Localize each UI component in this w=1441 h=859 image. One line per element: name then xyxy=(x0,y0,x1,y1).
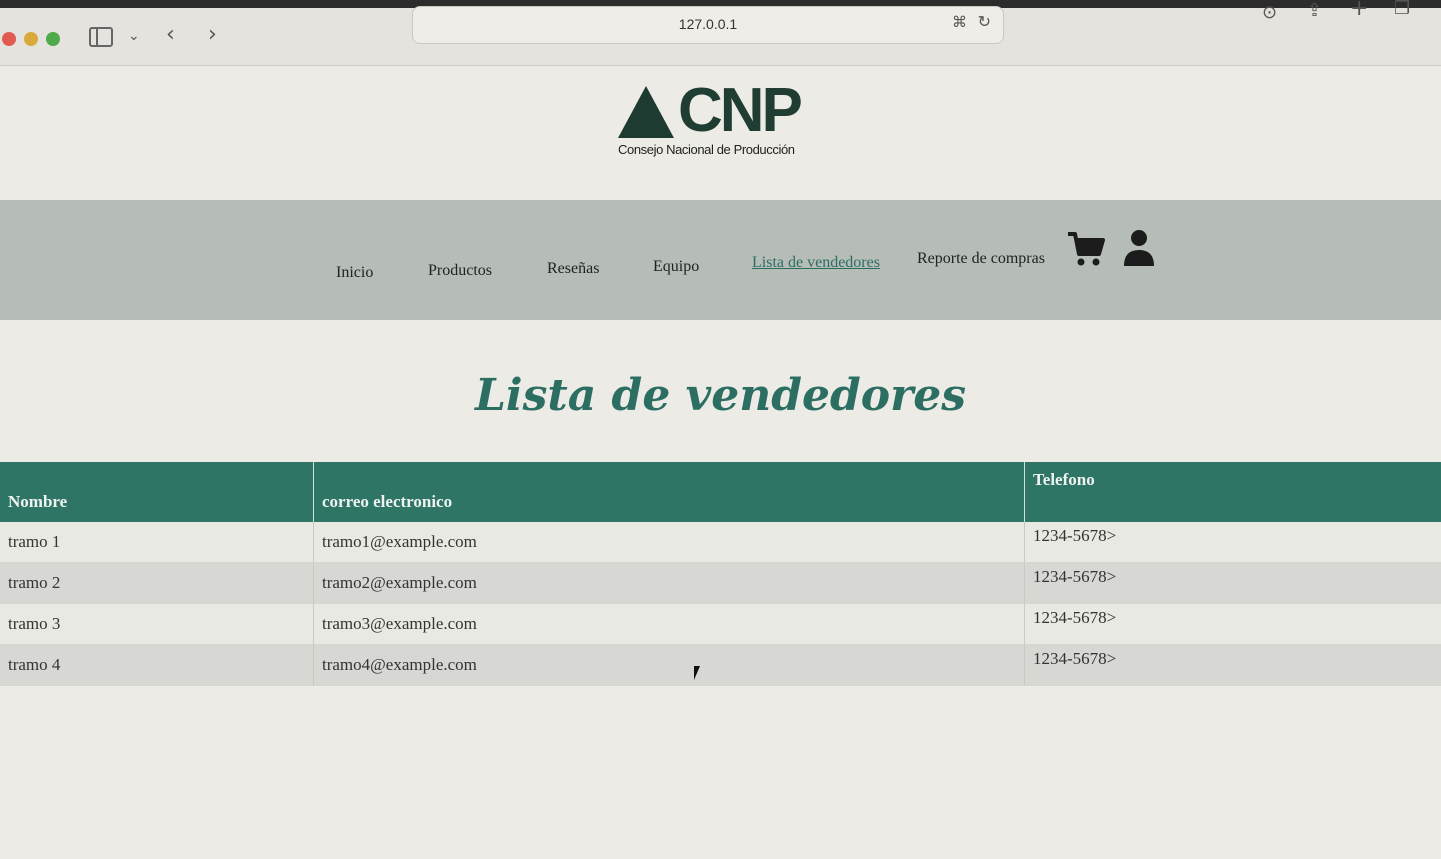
cell-telefono: 1234-5678> xyxy=(1033,649,1117,668)
table-body: tramo 1 tramo1@example.com 1234-5678> tr… xyxy=(0,522,1441,686)
forward-icon[interactable]: › xyxy=(208,22,217,47)
cell-telefono: 1234-5678> xyxy=(1033,526,1117,545)
nav-item-inicio[interactable]: Inicio xyxy=(336,264,373,282)
window-controls xyxy=(2,32,60,46)
table-row: tramo 3 tramo3@example.com 1234-5678> xyxy=(0,604,1441,645)
main-nav: Inicio Productos Reseñas Equipo Lista de… xyxy=(0,240,1441,290)
page-title: Lista de vendedores xyxy=(474,370,967,421)
nav-item-resenas[interactable]: Reseñas xyxy=(547,260,599,278)
cell-nombre: tramo 3 xyxy=(0,604,314,644)
cell-correo: tramo1@example.com xyxy=(314,522,1025,562)
translate-icon[interactable]: ⌘ xyxy=(952,13,967,31)
logo-triangle-icon xyxy=(618,86,674,138)
logo-text: CNP xyxy=(678,76,803,145)
mouse-cursor-icon xyxy=(694,666,706,680)
download-icon[interactable]: ⊙ xyxy=(1262,2,1277,23)
nav-item-equipo[interactable]: Equipo xyxy=(653,258,699,276)
column-header-correo[interactable]: correo electronico xyxy=(314,462,1025,522)
close-window-button[interactable] xyxy=(2,32,16,46)
vendors-table: Nombre correo electronico Telefono tramo… xyxy=(0,462,1441,686)
logo-subtitle: Consejo Nacional de Producción xyxy=(618,142,795,157)
cart-icon[interactable] xyxy=(1066,230,1106,268)
back-icon[interactable]: ‹ xyxy=(166,22,175,47)
cell-telefono: 1234-5678> xyxy=(1033,567,1117,586)
chevron-down-icon[interactable]: ⌄ xyxy=(128,28,140,44)
cell-correo: tramo4@example.com xyxy=(314,645,1025,685)
cell-telefono: 1234-5678> xyxy=(1033,608,1117,627)
table-row: tramo 2 tramo2@example.com 1234-5678> xyxy=(0,563,1441,604)
sidebar-toggle-icon[interactable] xyxy=(89,27,113,47)
table-header: Nombre correo electronico Telefono xyxy=(0,462,1441,522)
nav-item-productos[interactable]: Productos xyxy=(428,262,492,280)
maximize-window-button[interactable] xyxy=(46,32,60,46)
nav-item-lista-de-vendedores[interactable]: Lista de vendedores xyxy=(752,254,880,272)
table-row: tramo 4 tramo4@example.com 1234-5678> xyxy=(0,645,1441,686)
browser-toolbar: ⌄ ‹ › 127.0.0.1 ⌘ ↻ ⊙ ⇪ + ❐ xyxy=(0,0,1441,66)
cell-correo: tramo3@example.com xyxy=(314,604,1025,644)
reload-icon[interactable]: ↻ xyxy=(978,12,991,31)
share-icon[interactable]: ⇪ xyxy=(1307,0,1322,21)
cell-nombre: tramo 4 xyxy=(0,645,314,685)
column-header-nombre[interactable]: Nombre xyxy=(0,462,314,522)
minimize-window-button[interactable] xyxy=(24,32,38,46)
site-logo[interactable]: CNP Consejo Nacional de Producción xyxy=(614,76,814,166)
tab-overview-icon[interactable]: ❐ xyxy=(1394,0,1410,19)
table-row: tramo 1 tramo1@example.com 1234-5678> xyxy=(0,522,1441,563)
column-header-telefono[interactable]: Telefono xyxy=(1025,462,1441,522)
cell-nombre: tramo 2 xyxy=(0,563,314,603)
nav-item-reporte-de-compras[interactable]: Reporte de compras xyxy=(917,250,1045,268)
url-text: 127.0.0.1 xyxy=(678,16,738,32)
new-tab-icon[interactable]: + xyxy=(1350,0,1368,21)
user-icon[interactable] xyxy=(1122,228,1156,268)
address-bar[interactable]: 127.0.0.1 ⌘ ↻ xyxy=(412,6,1004,44)
cell-correo: tramo2@example.com xyxy=(314,563,1025,603)
cell-nombre: tramo 1 xyxy=(0,522,314,562)
